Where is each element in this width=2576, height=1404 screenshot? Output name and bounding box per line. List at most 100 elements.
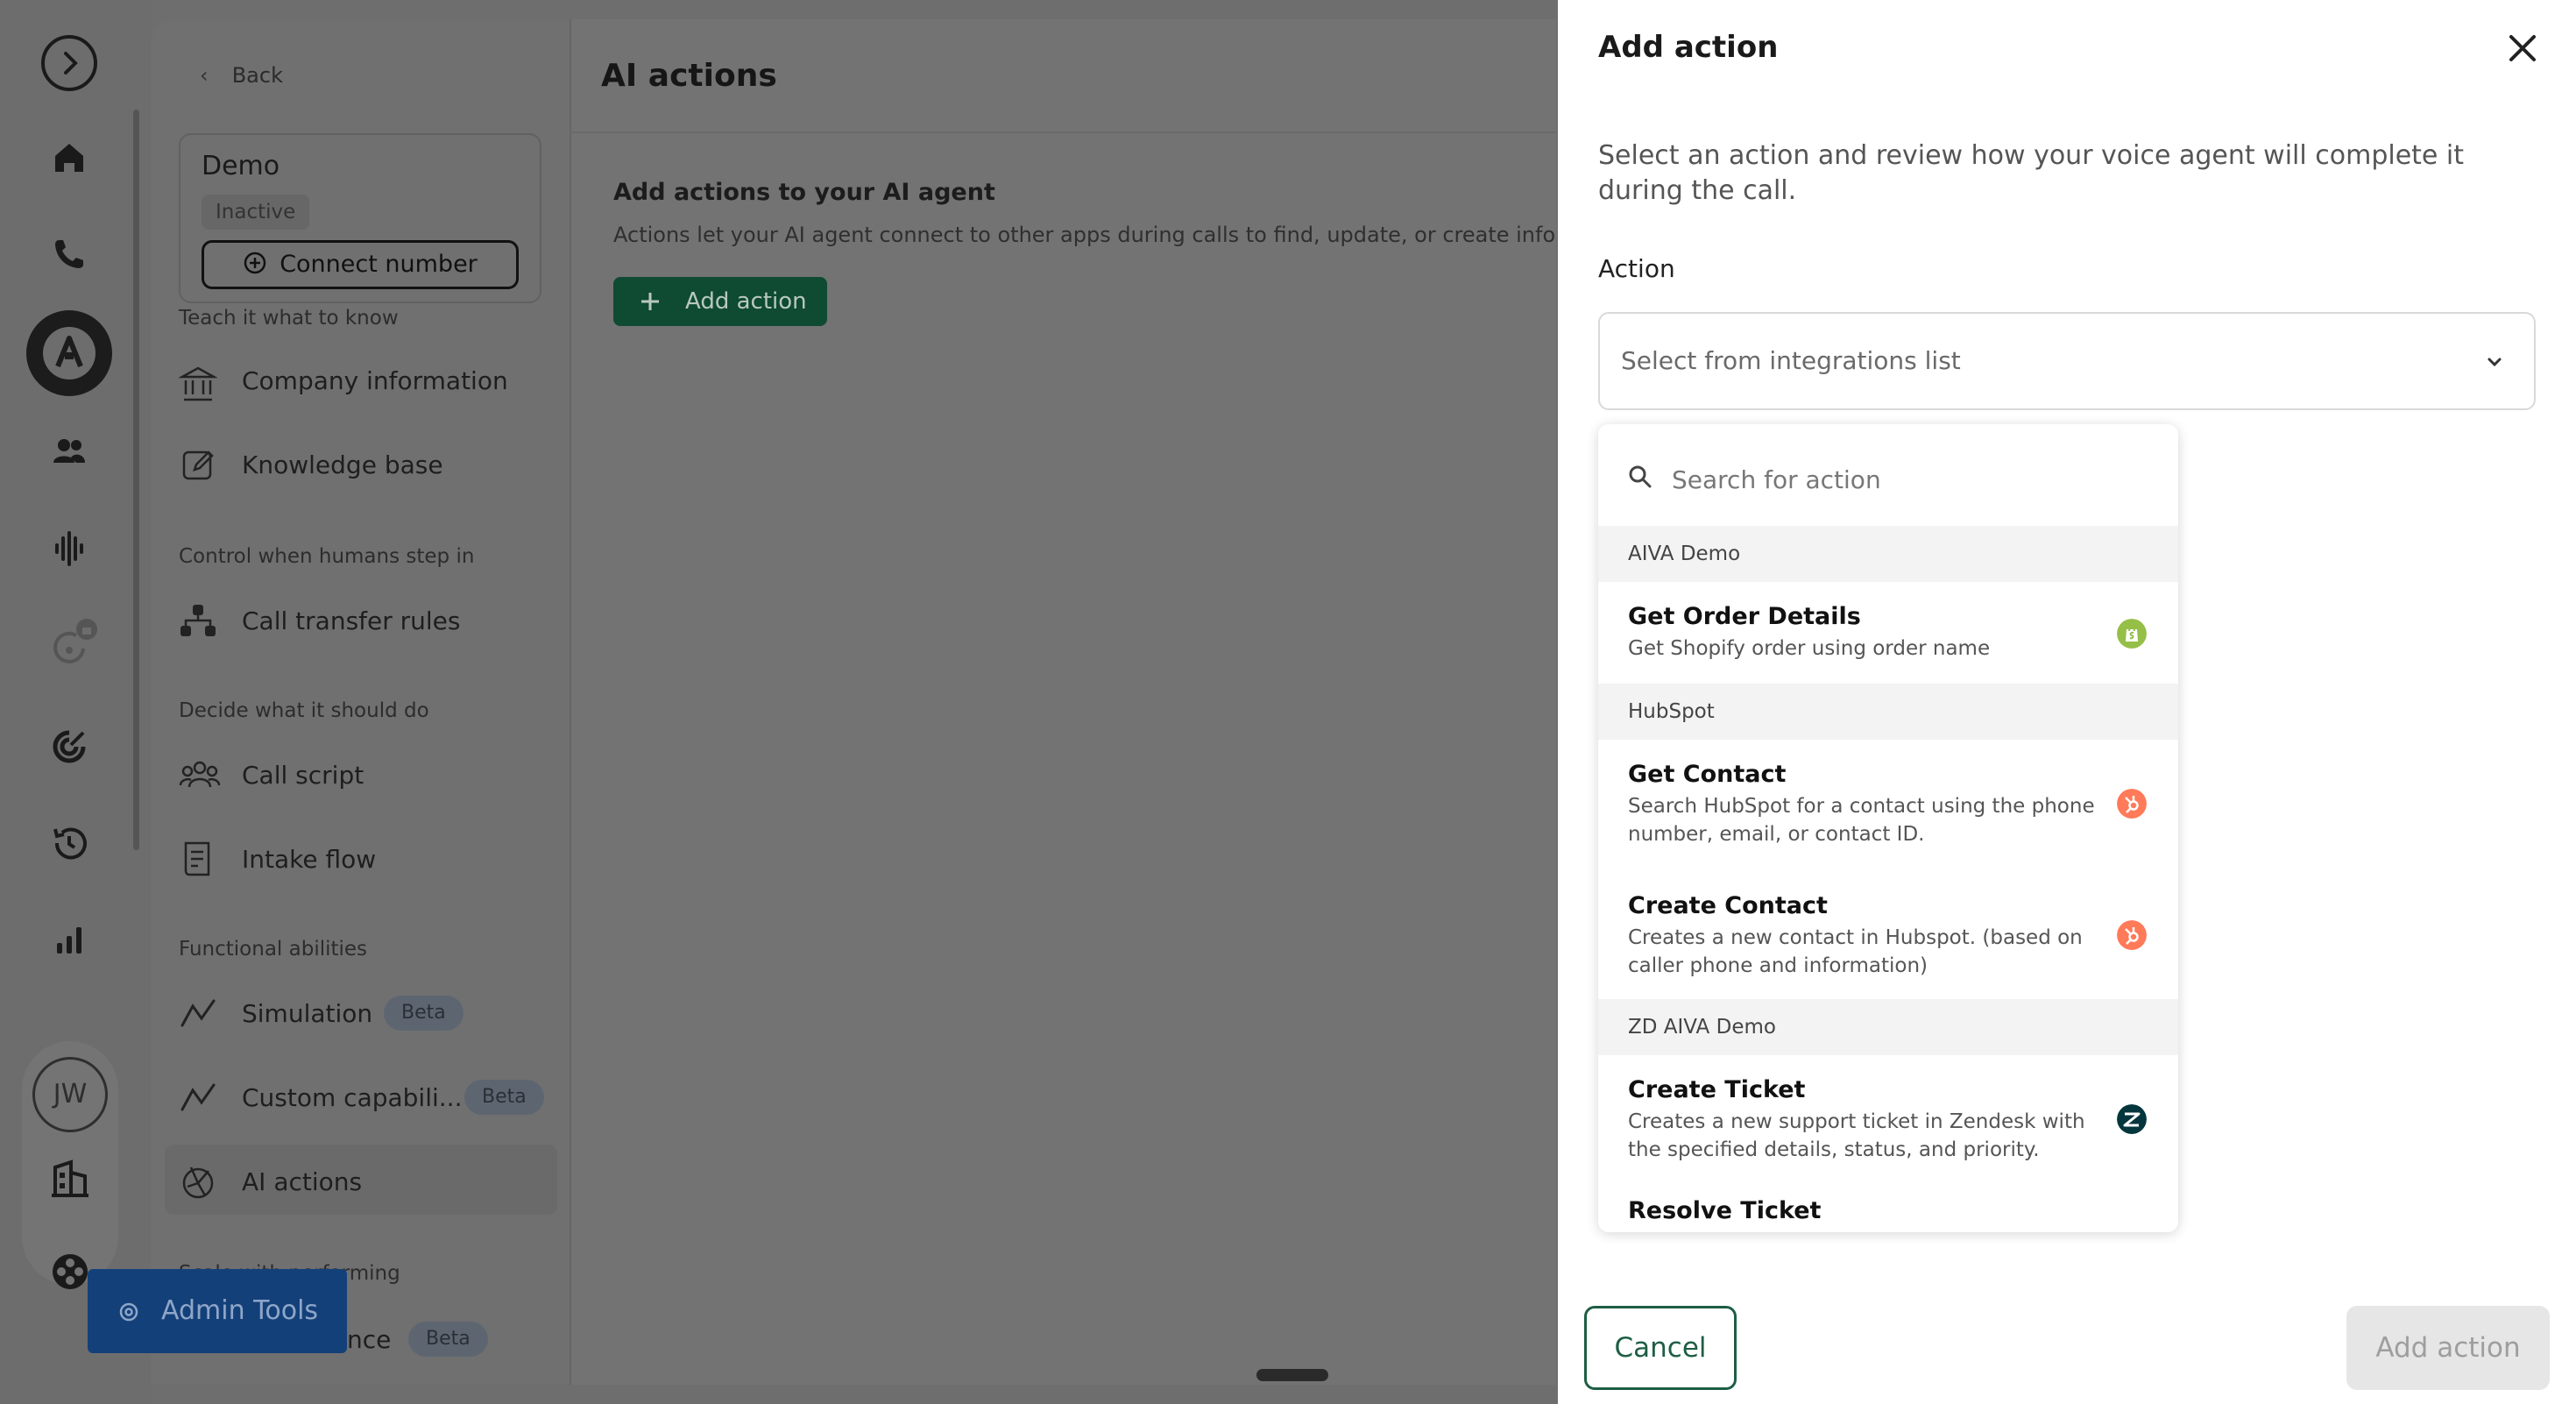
chevron-right-icon [41, 35, 97, 91]
option-title: Get Order Details [1628, 603, 1861, 630]
history-icon [53, 827, 87, 860]
action-label: Action [1598, 254, 1675, 283]
option-title: Create Ticket [1628, 1076, 1806, 1103]
section-functional: Functional abilities [179, 938, 368, 961]
beta-badge: Beta [384, 996, 464, 1031]
chevron-left-icon: ‹ [200, 63, 209, 88]
nav-label: Company information [242, 366, 508, 395]
refresh-lock-icon [53, 619, 97, 663]
page-title: AI actions [601, 58, 777, 94]
submit-add-action-button[interactable]: Add action [2346, 1306, 2550, 1390]
action-option-resolve-ticket[interactable]: Resolve Ticket [1598, 1197, 2178, 1232]
target-icon [53, 730, 86, 763]
nav-simulation[interactable]: Simulation [179, 990, 547, 1039]
drawer-description: Select an action and review how your voi… [1598, 140, 2465, 206]
section-teach: Teach it what to know [179, 307, 399, 330]
people-icon [53, 439, 85, 463]
ai-agent-icon [43, 327, 96, 379]
edit-note-icon [182, 450, 214, 480]
analytics-button[interactable] [32, 708, 106, 782]
locked-feature-button[interactable]: 8 [32, 610, 106, 684]
gear-icon [119, 1302, 138, 1322]
hubspot-icon [2117, 789, 2147, 819]
action-option-create-contact[interactable]: Create Contact Creates a new contact in … [1598, 871, 2178, 1003]
option-description: Creates a new support ticket in Zendesk … [1628, 1110, 2085, 1161]
ai-actions-icon [182, 1166, 214, 1199]
building-icon[interactable] [46, 1155, 94, 1202]
agent-name: Demo [202, 151, 280, 181]
search-input[interactable] [1672, 459, 2145, 500]
nav-label: Custom capabili... [242, 1083, 463, 1112]
close-button[interactable] [2504, 30, 2541, 67]
beta-badge: Beta [408, 1322, 488, 1357]
section-description: Actions let your AI agent connect to oth… [613, 223, 1556, 247]
option-title: Get Contact [1628, 761, 1787, 788]
group-icon [179, 761, 221, 788]
action-option-create-ticket[interactable]: Create Ticket Creates a new support tick… [1598, 1055, 2178, 1187]
rail-scrollbar[interactable] [133, 110, 139, 850]
bank-icon [179, 366, 217, 401]
back-label: Back [231, 63, 283, 88]
trend-line-icon [180, 1083, 216, 1111]
nav-call-transfer-rules[interactable]: Call transfer rules [179, 598, 547, 647]
option-title: Create Contact [1628, 892, 1828, 919]
action-option-get-order-details[interactable]: Get Order Details Get Shopify order usin… [1598, 582, 2178, 684]
back-link[interactable]: ‹ Back [200, 63, 283, 88]
group-header: AIVA Demo [1598, 526, 2178, 582]
option-description: Search HubSpot for a contact using the p… [1628, 795, 2095, 846]
phone-icon [55, 240, 83, 268]
nav-company-information[interactable]: Company information [179, 358, 547, 407]
add-action-button[interactable]: Add action [613, 277, 827, 326]
cancel-button[interactable]: Cancel [1584, 1306, 1737, 1390]
nav-label: Call script [242, 761, 364, 790]
select-value: Select from integrations list [1621, 346, 1961, 375]
status-badge: Inactive [202, 195, 310, 230]
audio-wave-icon [55, 531, 83, 566]
admin-tools-button[interactable]: Admin Tools [88, 1269, 347, 1353]
content-scroll-handle[interactable] [1256, 1369, 1328, 1381]
admin-tools-label: Admin Tools [161, 1295, 319, 1326]
avatar[interactable]: JW [32, 1057, 108, 1132]
add-action-label: Add action [685, 288, 807, 315]
nav-call-script[interactable]: Call script [179, 752, 547, 801]
section-heading: Add actions to your AI agent [613, 179, 995, 206]
section-control: Control when humans step in [179, 545, 475, 568]
integration-dropdown: AIVA Demo Get Order Details Get Shopify … [1598, 424, 2178, 1232]
close-icon [2509, 35, 2536, 61]
option-description: Creates a new contact in Hubspot. (based… [1628, 926, 2083, 977]
expand-rail-button[interactable] [32, 26, 106, 100]
search-icon [1629, 465, 1652, 488]
nav-label: Intake flow [242, 845, 377, 874]
chevron-down-icon [2488, 358, 2502, 367]
plus-icon [641, 293, 659, 310]
voice-button[interactable] [32, 512, 106, 585]
group-header: HubSpot [1598, 684, 2178, 740]
hierarchy-icon [180, 605, 216, 636]
section-decide: Decide what it should do [179, 699, 429, 722]
connect-number-button[interactable]: Connect number [202, 240, 519, 289]
nav-intake-flow[interactable]: Intake flow [179, 836, 547, 885]
calls-button[interactable] [32, 217, 106, 291]
film-reel-icon[interactable] [46, 1248, 94, 1295]
bar-chart-icon [57, 927, 81, 954]
reports-button[interactable] [32, 904, 106, 978]
nav-label: Call transfer rules [242, 606, 461, 635]
contacts-button[interactable] [32, 414, 106, 487]
history-button[interactable] [32, 806, 106, 880]
zendesk-icon [2117, 1104, 2147, 1134]
hubspot-icon [2117, 920, 2147, 950]
rail-bottom-group: JW [22, 1041, 118, 1289]
action-option-get-contact[interactable]: Get Contact Search HubSpot for a contact… [1598, 740, 2178, 871]
shopify-icon [2117, 619, 2147, 649]
notification-badge: 8 [81, 617, 82, 618]
option-description: Get Shopify order using order name [1628, 637, 1991, 660]
nav-knowledge-base[interactable]: Knowledge base [179, 442, 547, 491]
drawer-title: Add action [1598, 30, 1779, 65]
plus-circle-icon [244, 252, 266, 274]
nav-ai-actions-content[interactable]: AI actions [179, 1159, 547, 1208]
group-header: ZD AIVA Demo [1598, 999, 2178, 1055]
home-button[interactable] [32, 121, 106, 195]
receipt-icon [184, 841, 210, 876]
ai-agent-button[interactable] [26, 310, 112, 396]
nav-label: AI actions [242, 1167, 363, 1196]
